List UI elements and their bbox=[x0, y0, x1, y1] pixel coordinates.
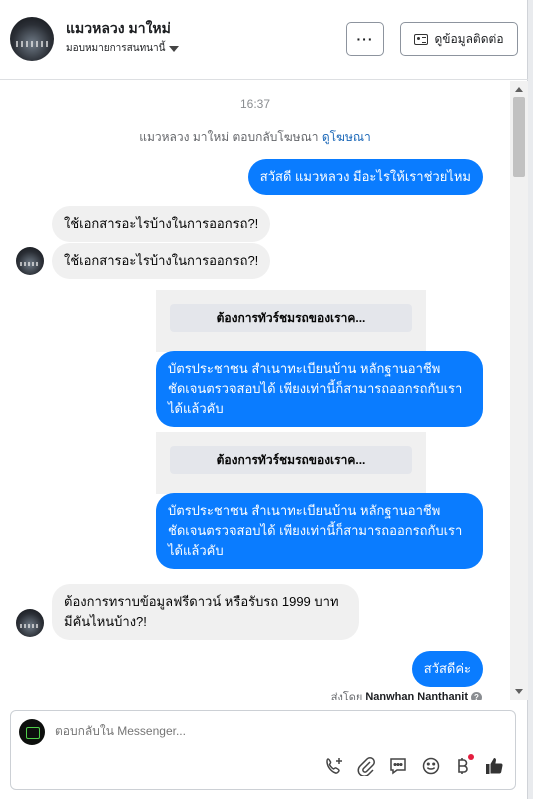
template-quick-button[interactable]: ต้องการทัวร์ชมรถของเราค... bbox=[170, 446, 412, 474]
call-add-icon[interactable] bbox=[323, 755, 345, 777]
view-ad-link[interactable]: ดูโฆษณา bbox=[322, 130, 371, 144]
contact-avatar-small bbox=[16, 247, 44, 275]
message-thread[interactable]: 16:37 แมวหลวง มาใหม่ ตอบกลับโฆษณา ดูโฆษณ… bbox=[0, 81, 510, 700]
contact-name[interactable]: แมวหลวง มาใหม่ bbox=[66, 18, 171, 40]
attachment-icon[interactable] bbox=[355, 755, 377, 777]
template-message-card: ต้องการทัวร์ชมรถของเราค... bbox=[156, 432, 426, 494]
sent-by-name: Nanwhan Nanthanit bbox=[365, 691, 468, 700]
notification-dot bbox=[468, 754, 474, 760]
ad-reply-text: แมวหลวง มาใหม่ ตอบกลับโฆษณา bbox=[139, 130, 319, 144]
incoming-message: ใช้เอกสารอะไรบ้างในการออกรถ?! bbox=[52, 243, 271, 279]
sent-by-note: ส่งโดย Nanwhan Nanthanit ? bbox=[331, 688, 482, 700]
help-icon[interactable]: ? bbox=[471, 691, 482, 700]
contact-card-icon bbox=[414, 33, 429, 45]
reply-composer bbox=[10, 710, 516, 790]
outgoing-message: บัตรประชาชน สำเนาทะเบียนบ้าน หลักฐานอาชี… bbox=[156, 493, 483, 569]
reply-input[interactable] bbox=[55, 724, 455, 738]
outgoing-message: สวัสดีค่ะ bbox=[411, 651, 483, 687]
scroll-down-icon[interactable] bbox=[515, 689, 523, 694]
window-edge bbox=[528, 0, 533, 799]
incoming-message: ต้องการทราบข้อมูลฟรีดาวน์ หรือรับรถ 1999… bbox=[52, 584, 359, 640]
scroll-thumb[interactable] bbox=[513, 97, 525, 177]
conversation-panel: แมวหลวง มาใหม่ มอบหมายการสนทนานี้ ··· ดู… bbox=[0, 0, 528, 799]
emoji-icon[interactable] bbox=[420, 755, 442, 777]
view-contact-info-button[interactable]: ดูข้อมูลติดต่อ bbox=[400, 22, 518, 56]
outgoing-message: สวัสดี แมวหลวง มีอะไรให้เราช่วยไหม bbox=[247, 159, 483, 195]
like-icon[interactable] bbox=[483, 755, 505, 777]
message-timestamp: 16:37 bbox=[239, 97, 271, 111]
template-quick-button[interactable]: ต้องการทัวร์ชมรถของเราค... bbox=[170, 304, 412, 332]
saved-reply-icon[interactable] bbox=[387, 755, 409, 777]
sent-by-label: ส่งโดย bbox=[330, 692, 363, 700]
view-contact-info-label: ดูข้อมูลติดต่อ bbox=[434, 31, 504, 46]
ad-reply-note: แมวหลวง มาใหม่ ตอบกลับโฆษณา ดูโฆษณา bbox=[0, 128, 510, 147]
assign-conversation-dropdown[interactable]: มอบหมายการสนทนานี้ bbox=[66, 41, 180, 56]
thread-scrollbar[interactable] bbox=[510, 81, 528, 700]
incoming-message: ใช้เอกสารอะไรบ้างในการออกรถ?! bbox=[52, 206, 271, 242]
page-avatar bbox=[19, 719, 45, 745]
contact-avatar[interactable] bbox=[10, 17, 54, 61]
conversation-header: แมวหลวง มาใหม่ มอบหมายการสนทนานี้ ··· ดู… bbox=[0, 0, 528, 80]
outgoing-message: บัตรประชาชน สำเนาทะเบียนบ้าน หลักฐานอาชี… bbox=[156, 351, 483, 427]
assign-label: มอบหมายการสนทนานี้ bbox=[66, 43, 166, 54]
more-options-button[interactable]: ··· bbox=[346, 22, 384, 56]
template-message-card: ต้องการทัวร์ชมรถของเราค... bbox=[156, 290, 426, 352]
contact-avatar-small bbox=[16, 609, 44, 637]
scroll-up-icon[interactable] bbox=[515, 87, 523, 92]
caret-down-icon bbox=[169, 45, 180, 52]
payment-icon[interactable] bbox=[451, 754, 474, 777]
